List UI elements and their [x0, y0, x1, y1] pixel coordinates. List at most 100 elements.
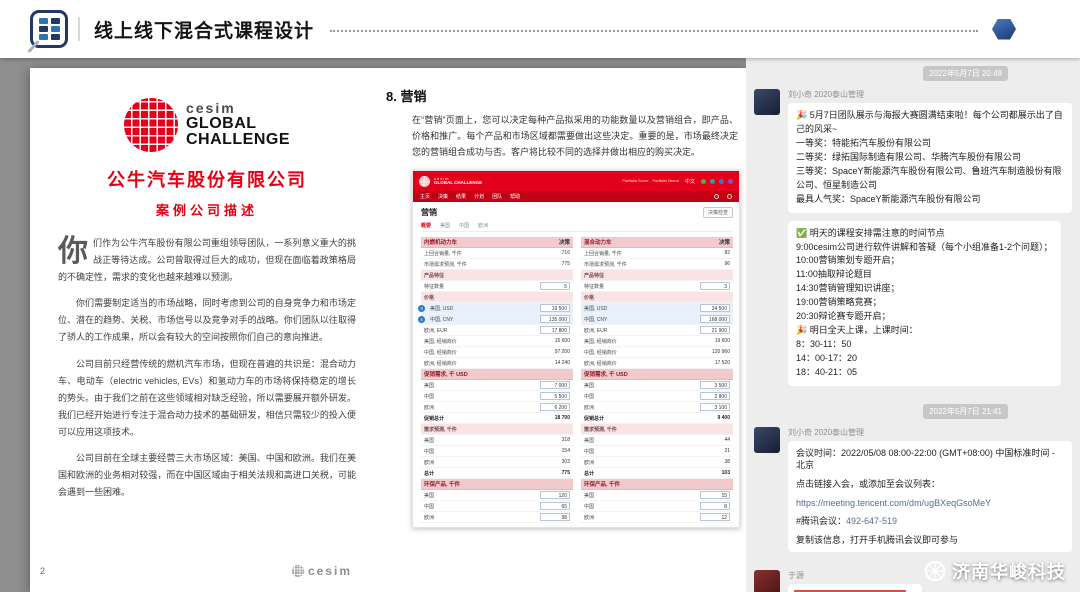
message-line: 点击链接入会，或添加至会议列表：: [796, 478, 1064, 491]
status-dot-purple: [728, 179, 733, 184]
table-row: 4中国, CNY135 000: [421, 314, 573, 325]
screenshot-body: 营销 决策检查 概要 美国 中国 欧洲 内燃机动力车决策上回合销量, 千件716…: [413, 202, 739, 523]
portfolio-score-label: Portfolio Score: [622, 179, 648, 183]
sender-name: 刘小奇 2020泰山管理: [788, 89, 1072, 100]
message-line: 14：00-17：20: [796, 352, 1053, 366]
message-bubble: 🎉 5月7日团队展示与海报大赛圆满结束啦！每个公司都展示出了自己的风采~一等奖：…: [788, 103, 1072, 213]
screenshot-tabs: 概要 美国 中国 欧洲: [421, 222, 733, 232]
table-row: 促销总计9 400: [581, 413, 733, 424]
table-row: 欧洲98: [421, 512, 573, 523]
marketing-paragraph: 在“营销”页面上，您可以决定每种产品拟采用的功能数量以及营销组合，即产品、价格和…: [412, 113, 738, 160]
table-row: 欧洲38: [581, 457, 733, 468]
cesim-globe-icon: [124, 98, 178, 152]
table-row: 市场需求预测, 千件96: [581, 259, 733, 270]
table-row: 欧洲, 经销商价17 520: [581, 358, 733, 369]
user-icon: [714, 194, 719, 199]
dropcap: 你: [58, 237, 88, 267]
status-dot-teal: [710, 179, 715, 184]
case-paragraph: 你们作为公牛汽车股份有限公司重组领导团队，一系列意义重大的挑战正等待达成。公司曾…: [58, 235, 356, 286]
table-row: 欧洲12: [581, 512, 733, 523]
cesim-wordmark: cesim: [186, 101, 290, 116]
decision-check-button: 决策检查: [703, 207, 733, 218]
table-row: 总计103: [581, 468, 733, 479]
cesim-global: GLOBAL: [186, 116, 290, 133]
table-row: 中国21: [581, 446, 733, 457]
message-line: 三等奖：SpaceY新能源汽车股份有限公司、鲁班汽车制造股份有限公司、恒星制造公…: [796, 165, 1064, 193]
screenshot-nav: 主页 决策 结果 计划 团队 帮助: [413, 191, 739, 202]
table-row: 欧洲303: [421, 457, 573, 468]
message-line: 19:00营销策略竞赛；: [796, 296, 1053, 310]
table-row: 中国5 500: [421, 391, 573, 402]
sender-name: 刘小奇 2020泰山管理: [788, 427, 1072, 438]
screenshot-topbar: cesim GLOBAL CHALLENGE Portfolio Score P…: [413, 171, 739, 191]
screen: 线上线下混合式课程设计 cesim GLOBAL CHALLENGE 公牛汽车股…: [0, 0, 1080, 592]
table-row: 欧洲3 100: [581, 402, 733, 413]
table-row: 环保产品, 千件: [581, 479, 733, 490]
avatar[interactable]: [754, 570, 780, 592]
table-row: 特征数量5: [421, 281, 573, 292]
marketing-column: 8. 营销 在“营销”页面上，您可以决定每种产品拟采用的功能数量以及营销组合，即…: [386, 86, 742, 528]
nav-item: 计划: [474, 193, 484, 200]
case-paragraph: 公司目前只经营传统的燃机汽车市场，但现在普遍的共识是：混合动力车、电动车（ele…: [58, 356, 356, 441]
message-line: 会议时间：2022/05/08 08:00-22:00 (GMT+08:00) …: [796, 447, 1064, 472]
table-row: 美国, USD24 500: [581, 303, 733, 314]
step-badge: 3: [418, 305, 425, 312]
logo-squares: [51, 18, 60, 40]
course-logo-icon: [30, 10, 68, 48]
table-row: 美国, 经销商价19 600: [581, 336, 733, 347]
table-row: 产品特征: [421, 270, 573, 281]
table-row: 价格: [421, 292, 573, 303]
table-row: 促销需求, 千 USD: [581, 369, 733, 380]
message-line: 14:30营销管理知识讲座；: [796, 282, 1053, 296]
portfolio-brand-label: Portfolio Brand: [653, 179, 679, 183]
case-description-column: cesim GLOBAL CHALLENGE 公牛汽车股份有限公司 案例公司描述…: [58, 98, 356, 510]
header-divider: [78, 17, 80, 41]
message-line: 10:00营销策划专题开启；: [796, 254, 1053, 268]
chat-panel: 2022年5月7日 20:49 刘小奇 2020泰山管理 🎉 5月7日团队展示与…: [746, 58, 1080, 592]
table-row: 促销需求, 千 USD: [421, 369, 573, 380]
case-paragraph: 公司目前在全球主要经营三大市场区域：美国、中国和欧洲。我们在美国和欧洲的业务相对…: [58, 450, 356, 501]
message-line: #腾讯会议：492-647-519: [796, 515, 1064, 528]
table-row: 美国120: [421, 490, 573, 501]
message-bubble: ✅ 明天的课程安排需注意的时间节点9:00cesim公司进行软件讲解和答疑（每个…: [788, 221, 1061, 386]
dotted-divider: [330, 30, 978, 32]
shared-image-attachment[interactable]: [788, 584, 922, 592]
nav-item: 决策: [438, 193, 448, 200]
logo-slash: [27, 40, 39, 53]
table-row: 美国15: [581, 490, 733, 501]
company-title: 公牛汽车股份有限公司: [58, 166, 356, 192]
table-row: 3美国, USD19 500: [421, 303, 573, 314]
chat-message: 刘小奇 2020泰山管理 🎉 5月7日团队展示与海报大赛圆满结束啦！每个公司都展…: [754, 89, 1072, 394]
cesim-app-screenshot: cesim GLOBAL CHALLENGE Portfolio Score P…: [412, 170, 740, 528]
table-row: 中国65: [421, 501, 573, 512]
message-line: 20:30辩论赛专题开启；: [796, 310, 1053, 324]
tab-item: 概要: [421, 222, 431, 229]
chat-timestamp: 2022年5月7日 20:49: [923, 66, 1008, 81]
table-row: 中国, CNY168 000: [581, 314, 733, 325]
message-line: 二等奖：绿拓国际制造有限公司、华腾汽车股份有限公司: [796, 151, 1064, 165]
message-line: 🎉 5月7日团队展示与海报大赛圆满结束啦！每个公司都展示出了自己的风采~: [796, 109, 1064, 137]
message-line: 8：30-11：50: [796, 338, 1053, 352]
table-row: 环保产品, 千件: [421, 479, 573, 490]
cesim-footer-wordmark: cesim: [308, 564, 352, 578]
meeting-link[interactable]: https://meeting.tencent.com/dm/ugBXeqGso…: [796, 498, 991, 508]
combustion-table: 内燃机动力车决策上回合销量, 千件716市场需求预测, 千件775产品特征特征数…: [421, 237, 573, 523]
message-line: 9:00cesim公司进行软件讲解和答疑（每个小组准备1-2个问题）；: [796, 241, 1053, 255]
table-row: 欧洲, 经销商价14 240: [421, 358, 573, 369]
message-line: 🎉 明日全天上课，上课时间：: [796, 324, 1053, 338]
avatar[interactable]: [754, 427, 780, 453]
nav-item: 主页: [420, 193, 430, 200]
table-row: 产品特征: [581, 270, 733, 281]
message-line: 最具人气奖：SpaceY新能源汽车股份有限公司: [796, 193, 1064, 207]
paragraph-text: 们作为公牛汽车股份有限公司重组领导团队，一系列意义重大的挑战正等待达成。公司曾取…: [58, 238, 356, 282]
step-badge: 4: [418, 316, 425, 323]
watermark-text: 济南华峻科技: [952, 558, 1066, 584]
avatar[interactable]: [754, 89, 780, 115]
company-subtitle: 案例公司描述: [58, 200, 356, 219]
case-body-text: 你们作为公牛汽车股份有限公司重组领导团队，一系列意义重大的挑战正等待达成。公司曾…: [58, 235, 356, 501]
table-row: 欧洲, EUR21 900: [581, 325, 733, 336]
logo-squares: [39, 18, 48, 40]
table-row: 上回合销量, 千件82: [581, 248, 733, 259]
marketing-heading: 8. 营销: [386, 86, 742, 105]
cesim-logo-text: cesim GLOBAL CHALLENGE: [186, 101, 290, 149]
